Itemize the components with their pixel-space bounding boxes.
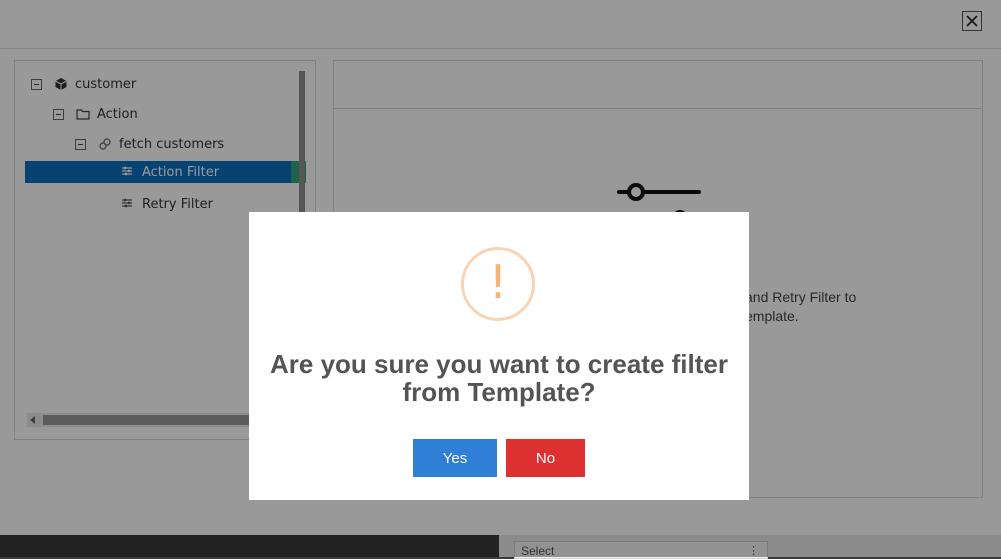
warning-mark: ! (488, 255, 508, 309)
dialog-title: Are you sure you want to create filter f… (249, 350, 749, 406)
dialog-title-line: Are you sure you want to create filter (269, 349, 728, 379)
confirm-dialog: ! Are you sure you want to create filter… (249, 212, 749, 500)
no-button[interactable]: No (506, 439, 585, 477)
yes-button[interactable]: Yes (413, 439, 497, 477)
warning-icon: ! (461, 247, 535, 321)
dialog-title-line: from Template? (402, 377, 596, 407)
